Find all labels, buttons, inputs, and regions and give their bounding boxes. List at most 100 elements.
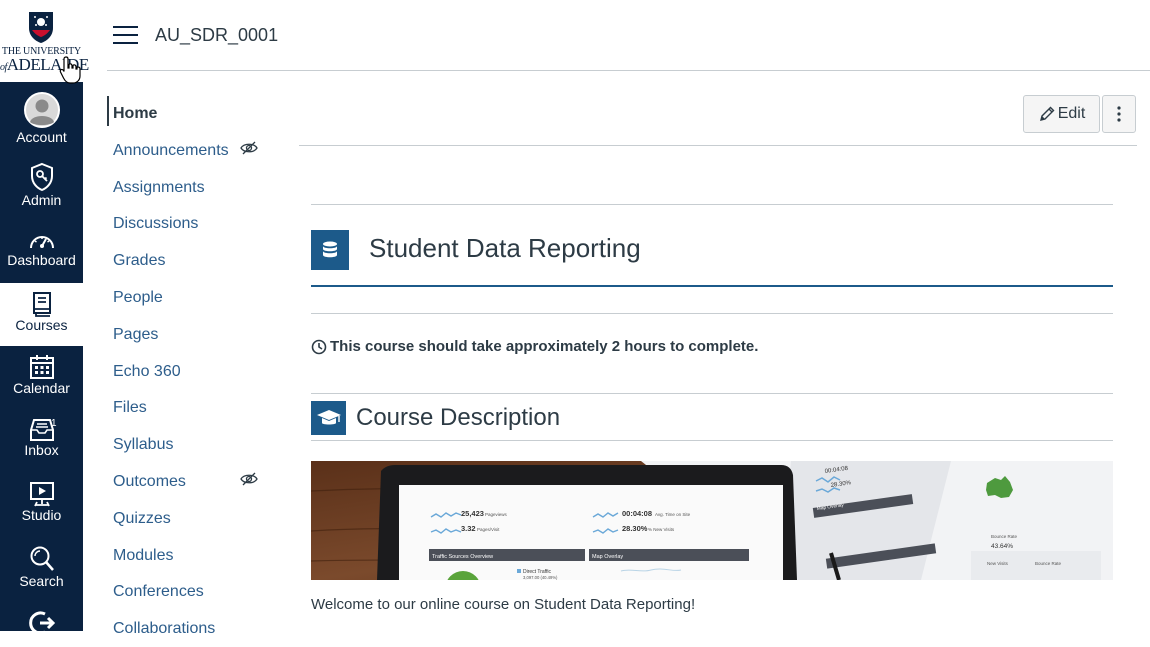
title-underline <box>311 285 1113 287</box>
banner-panel2-title: Map Overlay <box>592 554 623 560</box>
paper-label1: Bounce Rate <box>991 534 1018 539</box>
nav-dashboard[interactable]: Dashboard <box>0 230 83 280</box>
course-duration-note: This course should take approximately 2 … <box>311 338 758 355</box>
paper-label3: Bounce Rate <box>1035 561 1062 566</box>
nav-account[interactable]: Account <box>0 88 83 150</box>
welcome-text: Welcome to our online course on Student … <box>311 596 696 613</box>
nav-admin[interactable]: Admin <box>0 162 83 218</box>
page-toolbar: Edit <box>299 95 1137 146</box>
hidden-eye-icon[interactable] <box>240 472 258 486</box>
course-nav-announcements[interactable]: Announcements <box>107 133 277 163</box>
course-banner-image: 25,423 Pageviews 3.32 Pages/Visit 00:04:… <box>311 461 1113 580</box>
nav-calendar[interactable]: Calendar <box>0 354 83 404</box>
course-nav-assignments[interactable]: Assignments <box>107 170 277 200</box>
course-nav-echo-360[interactable]: Echo 360 <box>107 354 277 384</box>
course-nav-label: Collaborations <box>113 620 216 637</box>
database-icon <box>311 230 349 270</box>
paper-value1: 43.64% <box>991 543 1013 550</box>
course-nav-conferences[interactable]: Conferences <box>107 574 277 604</box>
more-options-button[interactable] <box>1102 95 1136 133</box>
pencil-icon <box>1039 106 1055 121</box>
course-nav-label: Conferences <box>113 583 204 600</box>
nav-admin-label: Admin <box>21 192 62 208</box>
graduation-cap-icon <box>311 401 346 435</box>
course-nav-label: Assignments <box>113 179 205 196</box>
page-title: Student Data Reporting <box>369 233 641 263</box>
search-icon <box>30 546 54 571</box>
banner-stat2-value: 00:04:08 <box>622 509 652 518</box>
course-nav-label: Quizzes <box>113 510 171 527</box>
analytics-illustration: 25,423 Pageviews 3.32 Pages/Visit 00:04:… <box>311 461 1113 580</box>
course-nav-label: People <box>113 289 163 306</box>
course-header: AU_SDR_0001 <box>107 0 1150 71</box>
section-title-course-description: Course Description <box>356 404 561 431</box>
banner-legend1-value: 3,097.00 (40.49%) <box>523 575 558 580</box>
nav-account-label: Account <box>16 129 67 145</box>
divider <box>311 313 1113 314</box>
course-nav-discussions[interactable]: Discussions <box>107 206 277 236</box>
course-nav-label: Discussions <box>113 215 199 232</box>
nav-logout[interactable] <box>0 610 83 631</box>
hidden-eye-icon[interactable] <box>240 141 258 155</box>
nav-search-label: Search <box>19 573 64 589</box>
banner-panel1-title: Traffic Sources Overview <box>432 554 493 560</box>
admin-icon <box>30 162 53 192</box>
course-nav-syllabus[interactable]: Syllabus <box>107 427 277 457</box>
paper-label2: New Visits <box>987 561 1009 566</box>
duration-text: This course should take approximately 2 … <box>330 338 759 355</box>
course-nav-label: Echo 360 <box>113 363 181 380</box>
course-nav-files[interactable]: Files <box>107 390 277 420</box>
banner-stat1-label: Pageviews <box>485 512 508 517</box>
course-nav-modules[interactable]: Modules <box>107 538 277 568</box>
account-icon <box>23 92 60 128</box>
divider <box>311 440 1113 441</box>
breadcrumb-course-code[interactable]: AU_SDR_0001 <box>155 25 278 46</box>
course-nav-label: Syllabus <box>113 436 174 453</box>
divider <box>311 393 1113 394</box>
banner-stat4-label: % New Visits <box>648 527 675 532</box>
nav-studio[interactable]: Studio <box>0 481 83 533</box>
course-nav-label: Announcements <box>113 142 229 159</box>
course-nav-outcomes[interactable]: Outcomes <box>107 464 277 494</box>
course-nav-label: Files <box>113 399 147 416</box>
banner-stat2-label: Avg. Time on Site <box>655 512 691 517</box>
course-nav-people[interactable]: People <box>107 280 277 310</box>
nav-inbox-label: Inbox <box>24 442 59 458</box>
course-nav-label: Modules <box>113 547 174 564</box>
clock-icon <box>311 339 327 354</box>
divider <box>311 204 1113 205</box>
course-nav-quizzes[interactable]: Quizzes <box>107 501 277 531</box>
nav-courses[interactable]: Courses <box>0 283 83 346</box>
nav-calendar-label: Calendar <box>13 380 70 396</box>
nav-studio-label: Studio <box>21 507 62 523</box>
calendar-icon <box>29 355 54 379</box>
global-nav: THE UNIVERSITY ofADELAIDE Account Admin … <box>0 0 89 631</box>
logout-icon <box>28 611 55 631</box>
nav-search[interactable]: Search <box>0 545 83 597</box>
courses-icon <box>32 292 51 317</box>
edit-button[interactable]: Edit <box>1023 95 1100 133</box>
course-nav-collaborations[interactable]: Collaborations <box>107 611 277 641</box>
course-nav-label: Home <box>113 105 158 122</box>
course-nav-label: Grades <box>113 252 166 269</box>
university-logo[interactable]: THE UNIVERSITY ofADELAIDE <box>0 0 89 84</box>
studio-icon <box>29 482 54 507</box>
course-nav-label: Pages <box>113 326 159 343</box>
nav-courses-label: Courses <box>15 317 68 333</box>
course-nav-home[interactable]: Home <box>107 96 277 126</box>
hamburger-menu-button[interactable] <box>113 26 138 46</box>
more-vertical-icon <box>1117 106 1121 122</box>
banner-stat4-value: 28.30% <box>622 524 648 533</box>
inbox-badge: 1 <box>51 418 57 429</box>
banner-stat3-label: Pages/Visit <box>477 527 500 532</box>
nav-dashboard-label: Dashboard <box>7 252 76 268</box>
course-nav-pages[interactable]: Pages <box>107 317 277 347</box>
course-nav-grades[interactable]: Grades <box>107 243 277 273</box>
hand-cursor-icon <box>59 56 81 84</box>
dashboard-icon <box>29 236 54 249</box>
edit-button-label: Edit <box>1057 105 1086 122</box>
banner-stat1-value: 25,423 <box>461 509 484 518</box>
course-nav-label: Outcomes <box>113 473 186 490</box>
nav-inbox[interactable]: 1 Inbox <box>0 416 83 468</box>
banner-stat3-value: 3.32 <box>461 524 476 533</box>
